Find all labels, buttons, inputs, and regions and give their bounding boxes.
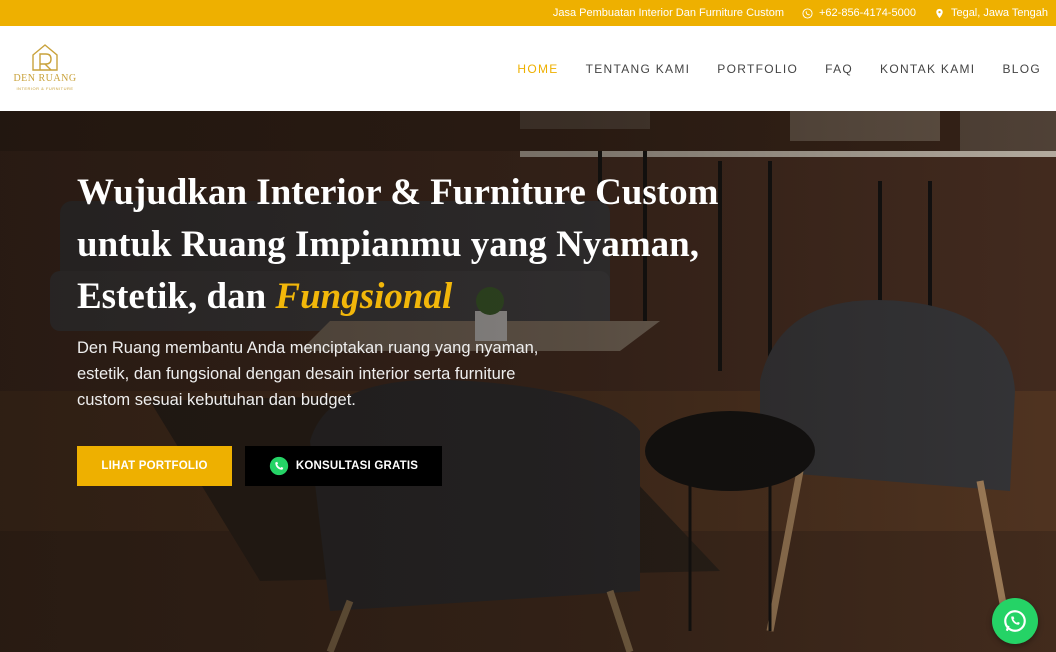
nav-kontak-kami[interactable]: KONTAK KAMI — [880, 62, 975, 76]
hero-headline-accent: Fungsional — [275, 276, 453, 317]
topbar-tagline: Jasa Pembuatan Interior Dan Furniture Cu… — [552, 7, 784, 19]
konsultasi-gratis-button[interactable]: KONSULTASI GRATIS — [245, 446, 442, 486]
logo-brand-text: DEN RUANG — [13, 73, 77, 84]
whatsapp-icon — [269, 456, 289, 476]
main-nav: HOME TENTANG KAMI PORTFOLIO FAQ KONTAK K… — [517, 62, 1041, 76]
hero-section: Wujudkan Interior & Furniture Custom unt… — [0, 111, 1056, 652]
top-info-bar: Jasa Pembuatan Interior Dan Furniture Cu… — [0, 0, 1056, 26]
site-logo[interactable]: DEN RUANG INTERIOR & FURNITURE — [12, 42, 78, 91]
site-header: DEN RUANG INTERIOR & FURNITURE HOME TENT… — [0, 26, 1056, 111]
whatsapp-float-button[interactable] — [992, 598, 1038, 644]
map-pin-icon — [936, 8, 943, 18]
house-logo-icon — [32, 44, 58, 71]
topbar-location-item: Tegal, Jawa Tengah — [934, 7, 1048, 19]
logo-tagline: INTERIOR & FURNITURE — [16, 86, 74, 91]
nav-faq[interactable]: FAQ — [825, 62, 853, 76]
whatsapp-icon — [802, 7, 813, 19]
nav-blog[interactable]: BLOG — [1002, 62, 1041, 76]
topbar-phone-item[interactable]: +62-856-4174-5000 — [802, 7, 916, 19]
hero-lead-text: Den Ruang membantu Anda menciptakan ruan… — [77, 339, 539, 409]
nav-portfolio[interactable]: PORTFOLIO — [717, 62, 798, 76]
nav-tentang-kami[interactable]: TENTANG KAMI — [586, 62, 691, 76]
topbar-location: Tegal, Jawa Tengah — [950, 7, 1048, 19]
nav-home[interactable]: HOME — [517, 62, 558, 76]
hero-headline: Wujudkan Interior & Furniture Custom unt… — [77, 167, 737, 323]
whatsapp-icon — [1004, 610, 1026, 632]
topbar-phone: +62-856-4174-5000 — [819, 7, 916, 19]
lihat-portfolio-button[interactable]: LIHAT PORTFOLIO — [77, 446, 232, 486]
konsultasi-gratis-label: KONSULTASI GRATIS — [295, 460, 419, 472]
